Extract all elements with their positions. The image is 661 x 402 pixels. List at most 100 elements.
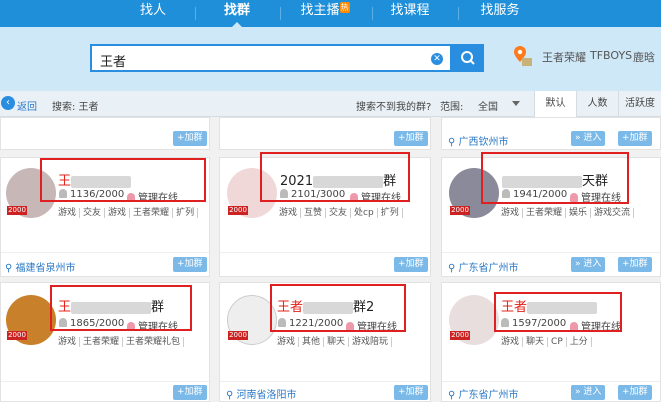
join-group-button[interactable]: +加群 [394, 257, 428, 272]
level-badge: 2000 [228, 331, 248, 340]
level-badge: 2000 [7, 331, 27, 340]
tab-label: 找群 [223, 3, 250, 18]
card-footer: ⚲ 广东省广州市 » 进入 +加群 [442, 252, 660, 276]
card-footer: ⚲ 福建省泉州市 +加群 [1, 252, 209, 276]
join-group-button[interactable]: +加群 [394, 131, 428, 146]
tag: 上分 [566, 337, 592, 347]
highlight-box [260, 152, 410, 202]
tag: 游戏陪玩 [349, 337, 393, 347]
sort-default[interactable]: 默认 [534, 91, 576, 117]
not-found-link[interactable]: 搜索不到我的群? [356, 98, 431, 113]
range-label: 范围: [440, 102, 464, 113]
tag: 游戏交流 [591, 208, 635, 218]
tab-label: 找课程 [390, 3, 430, 18]
group-location: ⚲ 广西钦州市 [448, 137, 509, 148]
join-group-button[interactable]: +加群 [173, 131, 207, 146]
tag: 王者荣耀 [130, 208, 174, 218]
back-arrow-icon[interactable]: ‹ [1, 96, 15, 110]
tag: 游戏 [501, 337, 524, 347]
hot-keyword[interactable]: TFBOYS [590, 49, 632, 62]
search-input[interactable]: 王者 ✕ [90, 44, 452, 72]
tab-find-people[interactable]: 找人 [128, 0, 178, 27]
tag: 聊天 [523, 337, 549, 347]
nav-divider [458, 7, 459, 20]
group-location: ⚲ 河南省洛阳市 [226, 390, 297, 401]
tab-find-group[interactable]: 找群 [212, 0, 262, 27]
hot-keyword[interactable]: 王者荣耀 [542, 49, 586, 65]
tab-find-anchor[interactable]: 找主播热 [294, 0, 356, 27]
top-nav: 找人 找群 找主播热 找课程 找服务 [0, 0, 661, 27]
location-pin-icon[interactable] [512, 44, 534, 68]
tag: 交友 [80, 208, 106, 218]
tag: 王者荣耀 [80, 337, 124, 347]
tag: 交友 [326, 208, 352, 218]
hot-keyword[interactable]: 鹿晗 [633, 49, 655, 65]
tag: 王者荣耀 [523, 208, 567, 218]
card-footer: +加群 [220, 252, 430, 276]
highlight-box [50, 285, 192, 331]
location-text: 福建省泉州市 [15, 263, 76, 274]
join-group-button[interactable]: +加群 [173, 257, 207, 272]
sort-label: 活跃度 [625, 98, 655, 109]
chevron-down-icon[interactable] [512, 101, 520, 106]
card-footer: ⚲ 河南省洛阳市 +加群 [220, 381, 430, 401]
tag: 处cp [351, 208, 378, 218]
nav-divider [280, 7, 281, 20]
tag: 娱乐 [566, 208, 592, 218]
location-text: 河南省洛阳市 [236, 390, 297, 401]
nav-divider [372, 7, 373, 20]
group-location: ⚲ 广东省广州市 [448, 390, 519, 401]
sort-label: 默认 [545, 98, 566, 109]
enter-group-button[interactable]: » 进入 [571, 131, 606, 146]
join-group-button[interactable]: +加群 [173, 385, 207, 400]
group-tags: 游戏 交友 游戏 王者荣耀 扩列 [58, 205, 199, 218]
join-group-button[interactable]: +加群 [618, 385, 652, 400]
tag: 互赞 [301, 208, 327, 218]
location-text: 广东省广州市 [458, 263, 519, 274]
tag: 扩列 [377, 208, 403, 218]
search-summary: 搜索: 王者 [52, 102, 99, 113]
level-badge: 2000 [7, 206, 27, 215]
tab-label: 找主播 [300, 3, 340, 18]
group-location: ⚲ 福建省泉州市 [5, 263, 76, 274]
tag: 游戏 [105, 208, 131, 218]
search-button[interactable] [452, 44, 484, 72]
filter-bar: ‹ 返回 搜索: 王者 搜索不到我的群? 范围: 全国 默认 人数 活跃度 [0, 91, 661, 117]
tag: 扩列 [173, 208, 199, 218]
clear-icon[interactable]: ✕ [431, 53, 443, 65]
location-text: 广东省广州市 [458, 390, 519, 401]
join-group-button[interactable]: +加群 [394, 385, 428, 400]
tag: 其他 [299, 337, 325, 347]
enter-group-button[interactable]: » 进入 [571, 385, 606, 400]
location-text: 广西钦州市 [458, 137, 509, 148]
tab-find-service[interactable]: 找服务 [475, 0, 525, 27]
sort-activity[interactable]: 活跃度 [618, 91, 661, 117]
group-card-partial: +加群 [219, 117, 431, 150]
back-link[interactable]: 返回 [17, 98, 37, 113]
nav-divider [195, 7, 196, 20]
card-footer: ⚲ 广东省广州市 » 进入 +加群 [442, 381, 660, 401]
sort-count[interactable]: 人数 [576, 91, 618, 117]
tag: 游戏 [277, 337, 300, 347]
card-footer: +加群 [1, 381, 209, 401]
group-tags: 游戏 互赞 交友 处cp 扩列 [279, 205, 403, 218]
search-value: 王者 [100, 55, 127, 70]
tab-label: 找服务 [480, 3, 520, 18]
tab-find-course[interactable]: 找课程 [385, 0, 435, 27]
enter-group-button[interactable]: » 进入 [571, 257, 606, 272]
group-card-partial: +加群 [0, 117, 210, 150]
tag: 王者荣耀礼包 [123, 337, 185, 347]
group-tags: 游戏 王者荣耀 娱乐 游戏交流 [501, 205, 635, 218]
highlight-box [270, 284, 406, 332]
join-group-button[interactable]: +加群 [618, 131, 652, 146]
level-badge: 2000 [450, 331, 470, 340]
highlight-box [494, 292, 622, 332]
range-select[interactable]: 全国 [478, 98, 498, 113]
join-group-button[interactable]: +加群 [618, 257, 652, 272]
tag: 游戏 [501, 208, 524, 218]
group-tags: 游戏 王者荣耀 王者荣耀礼包 [58, 334, 185, 347]
tag: 游戏 [58, 208, 81, 218]
tag: 游戏 [279, 208, 302, 218]
group-location: ⚲ 广东省广州市 [448, 263, 519, 274]
group-card-partial: ⚲ 广西钦州市 » 进入 +加群 [441, 117, 661, 150]
